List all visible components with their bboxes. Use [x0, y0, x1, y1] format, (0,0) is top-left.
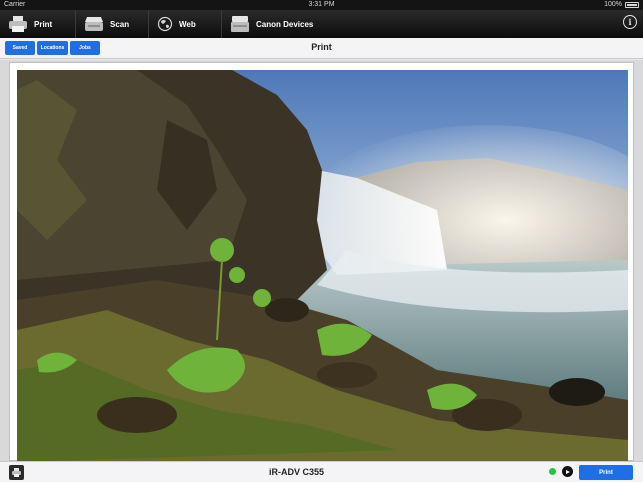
nav-web[interactable]: Web — [149, 10, 222, 38]
status-time: 3:31 PM — [308, 1, 335, 8]
nav-scan-label: Scan — [110, 19, 130, 29]
print-button[interactable]: Print — [579, 465, 633, 480]
nav-print[interactable]: Print — [0, 10, 76, 38]
nav-print-label: Print — [34, 19, 53, 29]
top-navigation: Print Scan Web Canon Devices i — [0, 10, 643, 38]
page-title: Print — [311, 42, 332, 52]
status-bar: Carrier 3:31 PM 100% — [0, 0, 643, 10]
sub-toolbar: Saved Locations Jobs Print — [0, 38, 643, 59]
preview-area — [0, 60, 643, 462]
printer-status-dot — [549, 468, 556, 475]
device-icon — [230, 15, 250, 33]
battery-percent: 100% — [604, 1, 622, 8]
info-icon[interactable]: i — [623, 15, 637, 29]
nav-web-label: Web — [179, 19, 196, 29]
print-preview-page[interactable] — [9, 62, 634, 462]
preview-photo — [17, 70, 628, 462]
bottom-toolbar: iR-ADV C355 Print — [0, 461, 643, 482]
nav-canon-devices[interactable]: Canon Devices — [222, 10, 332, 38]
selected-printer-name[interactable]: iR-ADV C355 — [0, 467, 593, 477]
nav-scan[interactable]: Scan — [76, 10, 149, 38]
printer-icon — [8, 15, 28, 33]
scanner-icon — [84, 16, 104, 32]
battery-icon — [625, 1, 639, 8]
globe-icon — [157, 16, 173, 32]
nav-canon-devices-label: Canon Devices — [256, 19, 314, 29]
battery-indicator: 100% — [604, 1, 639, 8]
play-icon[interactable] — [562, 466, 573, 477]
